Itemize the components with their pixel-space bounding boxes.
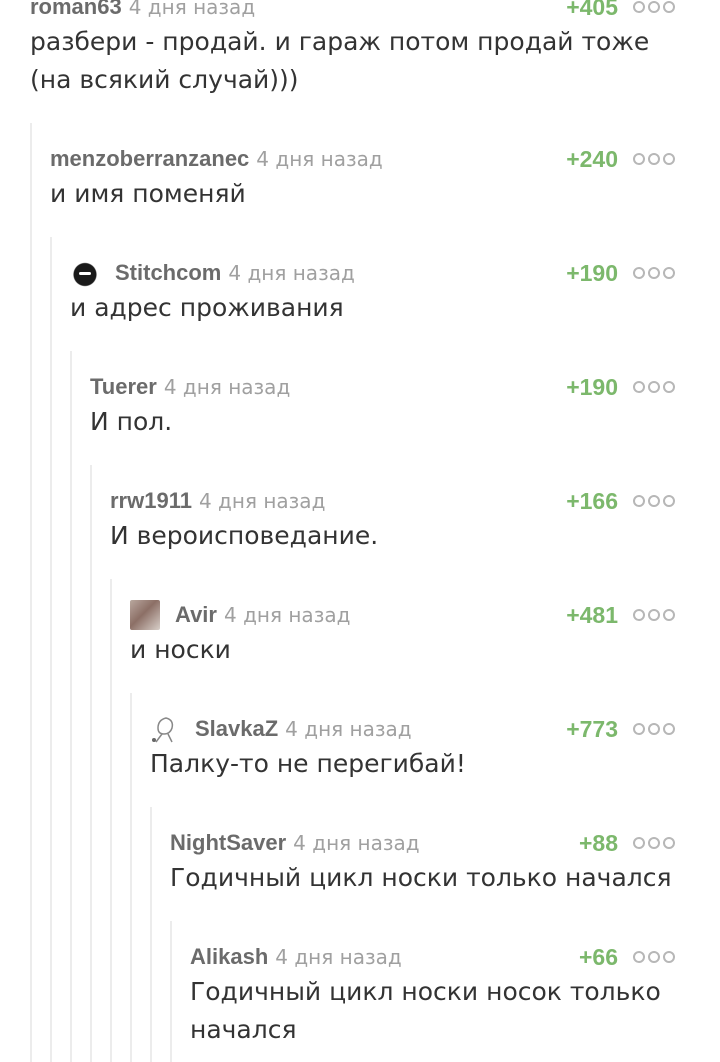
- comment-rating: +190: [566, 373, 618, 400]
- comment-text: И пол.: [90, 407, 173, 436]
- comment-time[interactable]: 4 дня назад: [285, 717, 411, 741]
- comment-author[interactable]: roman63: [30, 0, 122, 20]
- thread-line: [130, 693, 132, 1062]
- more-options-icon[interactable]: [633, 381, 675, 393]
- more-options-icon[interactable]: [633, 837, 675, 849]
- comment: Tuerer 4 дня назад +190 И пол.: [90, 372, 720, 441]
- more-options-icon[interactable]: [633, 723, 675, 735]
- comment-text: Годичный цикл носки только начался: [170, 863, 672, 892]
- comment: Avir 4 дня назад +481 и носки: [130, 600, 720, 669]
- comment-text: и адрес проживания: [70, 293, 344, 322]
- comment-author[interactable]: rrw1911: [110, 488, 192, 514]
- comment: Alikash 4 дня назад +66 Годичный цикл но…: [190, 942, 720, 1049]
- more-options-icon[interactable]: [633, 951, 675, 963]
- comment-text: Годичный цикл носки носок только начался: [190, 977, 661, 1044]
- comment-author[interactable]: Stitchcom: [115, 260, 221, 286]
- comment-time[interactable]: 4 дня назад: [293, 831, 419, 855]
- comment-time[interactable]: 4 дня назад: [275, 945, 401, 969]
- thread-line: [110, 579, 112, 1062]
- comment: Stitchcom 4 дня назад +190 и адрес прожи…: [70, 258, 720, 327]
- comment-rating: +405: [566, 0, 618, 20]
- comment-time[interactable]: 4 дня назад: [228, 261, 354, 285]
- more-options-icon[interactable]: [633, 267, 675, 279]
- avatar[interactable]: [130, 600, 160, 630]
- thread-line: [150, 807, 152, 1062]
- more-options-icon[interactable]: [633, 609, 675, 621]
- comment-rating: +773: [566, 715, 618, 742]
- thread-line: [30, 123, 32, 1062]
- avatar[interactable]: [150, 714, 180, 744]
- comment-text: разбери - продай. и гараж потом продай т…: [30, 27, 650, 94]
- comment-rating: +88: [578, 829, 618, 856]
- comment-rating: +190: [566, 259, 618, 286]
- comment: rrw1911 4 дня назад +166 И вероисповедан…: [110, 486, 720, 555]
- comment-author[interactable]: SlavkaZ: [195, 716, 278, 742]
- more-options-icon[interactable]: [633, 495, 675, 507]
- comment-time[interactable]: 4 дня назад: [164, 375, 290, 399]
- comment-text: и имя поменяй: [50, 179, 246, 208]
- more-options-icon[interactable]: [633, 153, 675, 165]
- more-options-icon[interactable]: [633, 1, 675, 13]
- comment-author[interactable]: NightSaver: [170, 830, 286, 856]
- comment-time[interactable]: 4 дня назад: [224, 603, 350, 627]
- thread-line: [50, 237, 52, 1062]
- avatar[interactable]: [70, 258, 100, 288]
- comment-rating: +66: [578, 943, 618, 970]
- comment-time[interactable]: 4 дня назад: [256, 147, 382, 171]
- comment-author[interactable]: Alikash: [190, 944, 268, 970]
- comment-text: Палку-то не перегибай!: [150, 749, 466, 778]
- comment-text: И вероисповедание.: [110, 521, 379, 550]
- comment-time[interactable]: 4 дня назад: [129, 0, 255, 19]
- comment: menzoberranzanec 4 дня назад +240 и имя …: [50, 144, 720, 213]
- comment-time[interactable]: 4 дня назад: [199, 489, 325, 513]
- thread-line: [90, 465, 92, 1062]
- comment-author[interactable]: Tuerer: [90, 374, 157, 400]
- comment-text: и носки: [130, 635, 231, 664]
- thread-line: [170, 921, 172, 1062]
- comment-rating: +166: [566, 487, 618, 514]
- comment-author[interactable]: Avir: [175, 602, 217, 628]
- thread-line: [70, 351, 72, 1062]
- comment: SlavkaZ 4 дня назад +773 Палку-то не пер…: [150, 714, 720, 783]
- comment-author[interactable]: menzoberranzanec: [50, 146, 249, 172]
- comment-rating: +240: [566, 145, 618, 172]
- comment: roman63 4 дня назад +405 разбери - прода…: [30, 0, 720, 99]
- comment: NightSaver 4 дня назад +88 Годичный цикл…: [170, 828, 720, 897]
- comment-rating: +481: [566, 601, 618, 628]
